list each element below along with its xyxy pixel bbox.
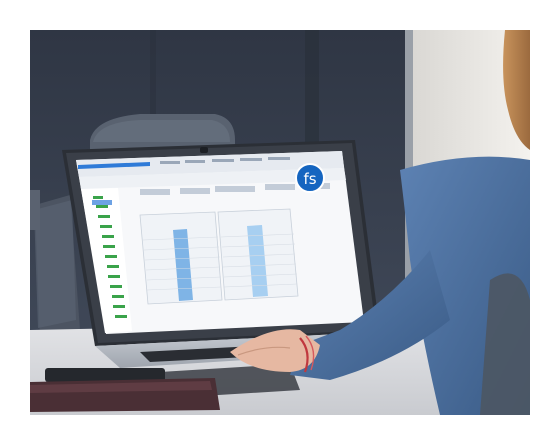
photo-frame: fs (0, 0, 557, 433)
fs-logo-badge: fs (295, 163, 325, 193)
logo-text: fs (303, 170, 316, 188)
office-laptop-photo: fs (0, 0, 557, 433)
